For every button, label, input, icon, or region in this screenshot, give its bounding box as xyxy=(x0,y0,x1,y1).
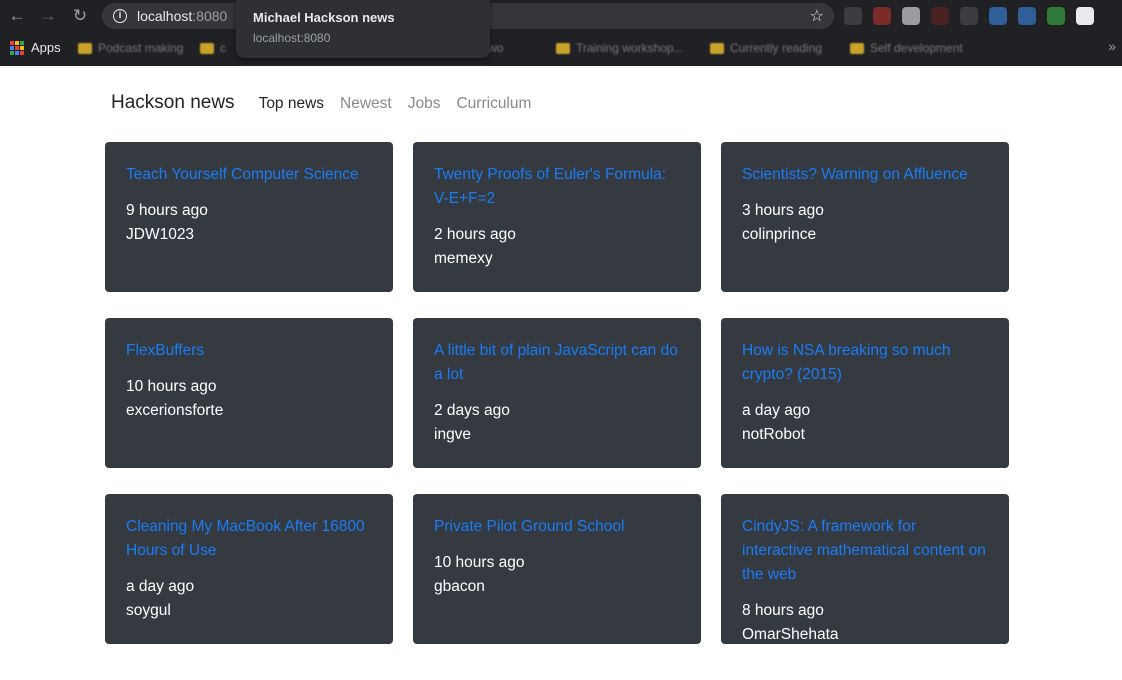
story-author: excerionsforte xyxy=(126,402,224,419)
extensions-bar xyxy=(844,7,1094,25)
apps-grid-icon xyxy=(10,40,24,55)
story-time: 9 hours ago xyxy=(126,202,208,219)
bookmark-item[interactable]: c xyxy=(200,40,226,56)
url-text: localhost:8080 xyxy=(137,8,228,24)
bookmark-star-icon[interactable]: ☆ xyxy=(810,6,824,26)
back-arrow-icon[interactable]: ← xyxy=(6,6,28,26)
site-brand[interactable]: Hackson news xyxy=(111,92,235,114)
story-title-link[interactable]: Twenty Proofs of Euler's Formula: V-E+F=… xyxy=(434,163,680,211)
folder-icon xyxy=(78,42,92,54)
story-time: 3 hours ago xyxy=(742,202,824,219)
nav-link-curriculum[interactable]: Curriculum xyxy=(456,95,531,113)
story-title-link[interactable]: How is NSA breaking so much crypto? (201… xyxy=(742,339,988,387)
reload-icon[interactable]: ↻ xyxy=(69,6,91,26)
story-title-link[interactable]: Private Pilot Ground School xyxy=(434,515,680,539)
extension-icon[interactable] xyxy=(873,7,891,25)
folder-icon xyxy=(556,42,570,54)
story-time: 2 days ago xyxy=(434,402,510,419)
story-author: JDW1023 xyxy=(126,226,195,243)
story-title-link[interactable]: Scientists? Warning on Affluence xyxy=(742,163,988,187)
bookmarks-overflow-button[interactable]: » xyxy=(1108,38,1116,54)
extension-icon[interactable] xyxy=(1047,7,1065,25)
nav-link-newest[interactable]: Newest xyxy=(340,95,392,113)
story-card: A little bit of plain JavaScript can do … xyxy=(413,318,701,468)
tab-hover-tooltip: Michael Hackson news localhost:8080 xyxy=(236,0,490,58)
browser-toolbar: ← → ↻ i localhost:8080 ☆ xyxy=(0,0,1122,32)
story-author: ingve xyxy=(434,426,472,443)
story-card: Twenty Proofs of Euler's Formula: V-E+F=… xyxy=(413,142,701,292)
story-card: Scientists? Warning on Affluence 3 hours… xyxy=(721,142,1009,292)
story-author: soygul xyxy=(126,602,171,619)
story-grid: Teach Yourself Computer Science 9 hours … xyxy=(105,142,1009,644)
story-card: CindyJS: A framework for interactive mat… xyxy=(721,494,1009,644)
profile-avatar[interactable] xyxy=(1076,7,1094,25)
bookmark-item[interactable]: Podcast making xyxy=(78,40,183,56)
extension-icon[interactable] xyxy=(1018,7,1036,25)
bookmark-item[interactable]: Self development xyxy=(850,40,963,56)
story-author: OmarShehata xyxy=(742,626,839,643)
bookmark-item[interactable]: Currently reading xyxy=(710,40,822,56)
story-time: a day ago xyxy=(742,402,811,419)
story-title-link[interactable]: Cleaning My MacBook After 16800 Hours of… xyxy=(126,515,372,563)
story-title-link[interactable]: A little bit of plain JavaScript can do … xyxy=(434,339,680,387)
browser-chrome: ← → ↻ i localhost:8080 ☆ Apps Podcast ma… xyxy=(0,0,1122,66)
folder-icon xyxy=(710,42,724,54)
story-time: 2 hours ago xyxy=(434,226,516,243)
story-time: 10 hours ago xyxy=(434,554,525,571)
folder-icon xyxy=(850,42,864,54)
story-author: colinprince xyxy=(742,226,817,243)
extension-icon[interactable] xyxy=(931,7,949,25)
forward-arrow-icon[interactable]: → xyxy=(37,6,59,26)
extension-icon[interactable] xyxy=(960,7,978,25)
apps-label: Apps xyxy=(31,40,61,55)
story-title-link[interactable]: Teach Yourself Computer Science xyxy=(126,163,372,187)
bookmarks-bar: Apps Podcast making c e wo Training work… xyxy=(0,32,1122,66)
site-navbar: Hackson news Top news Newest Jobs Curric… xyxy=(111,92,547,120)
story-time: 10 hours ago xyxy=(126,378,217,395)
story-card: FlexBuffers 10 hours ago excerionsforte xyxy=(105,318,393,468)
folder-icon xyxy=(200,42,214,54)
nav-link-top-news[interactable]: Top news xyxy=(259,95,324,113)
story-time: 8 hours ago xyxy=(742,602,824,619)
story-card: How is NSA breaking so much crypto? (201… xyxy=(721,318,1009,468)
story-card: Cleaning My MacBook After 16800 Hours of… xyxy=(105,494,393,644)
tooltip-url: localhost:8080 xyxy=(253,31,331,45)
info-icon[interactable]: i xyxy=(113,9,127,23)
nav-link-jobs[interactable]: Jobs xyxy=(408,95,441,113)
apps-shortcut[interactable]: Apps xyxy=(10,40,61,55)
story-card: Teach Yourself Computer Science 9 hours … xyxy=(105,142,393,292)
story-card: Private Pilot Ground School 10 hours ago… xyxy=(413,494,701,644)
extension-icon[interactable] xyxy=(844,7,862,25)
tooltip-title: Michael Hackson news xyxy=(253,10,395,25)
story-author: notRobot xyxy=(742,426,805,443)
extension-icon[interactable] xyxy=(902,7,920,25)
story-author: gbacon xyxy=(434,578,485,595)
extension-icon[interactable] xyxy=(989,7,1007,25)
story-author: memexy xyxy=(434,250,493,267)
story-time: a day ago xyxy=(126,578,195,595)
story-title-link[interactable]: FlexBuffers xyxy=(126,339,372,363)
story-title-link[interactable]: CindyJS: A framework for interactive mat… xyxy=(742,515,988,587)
bookmark-item[interactable]: Training workshop... xyxy=(556,40,684,56)
